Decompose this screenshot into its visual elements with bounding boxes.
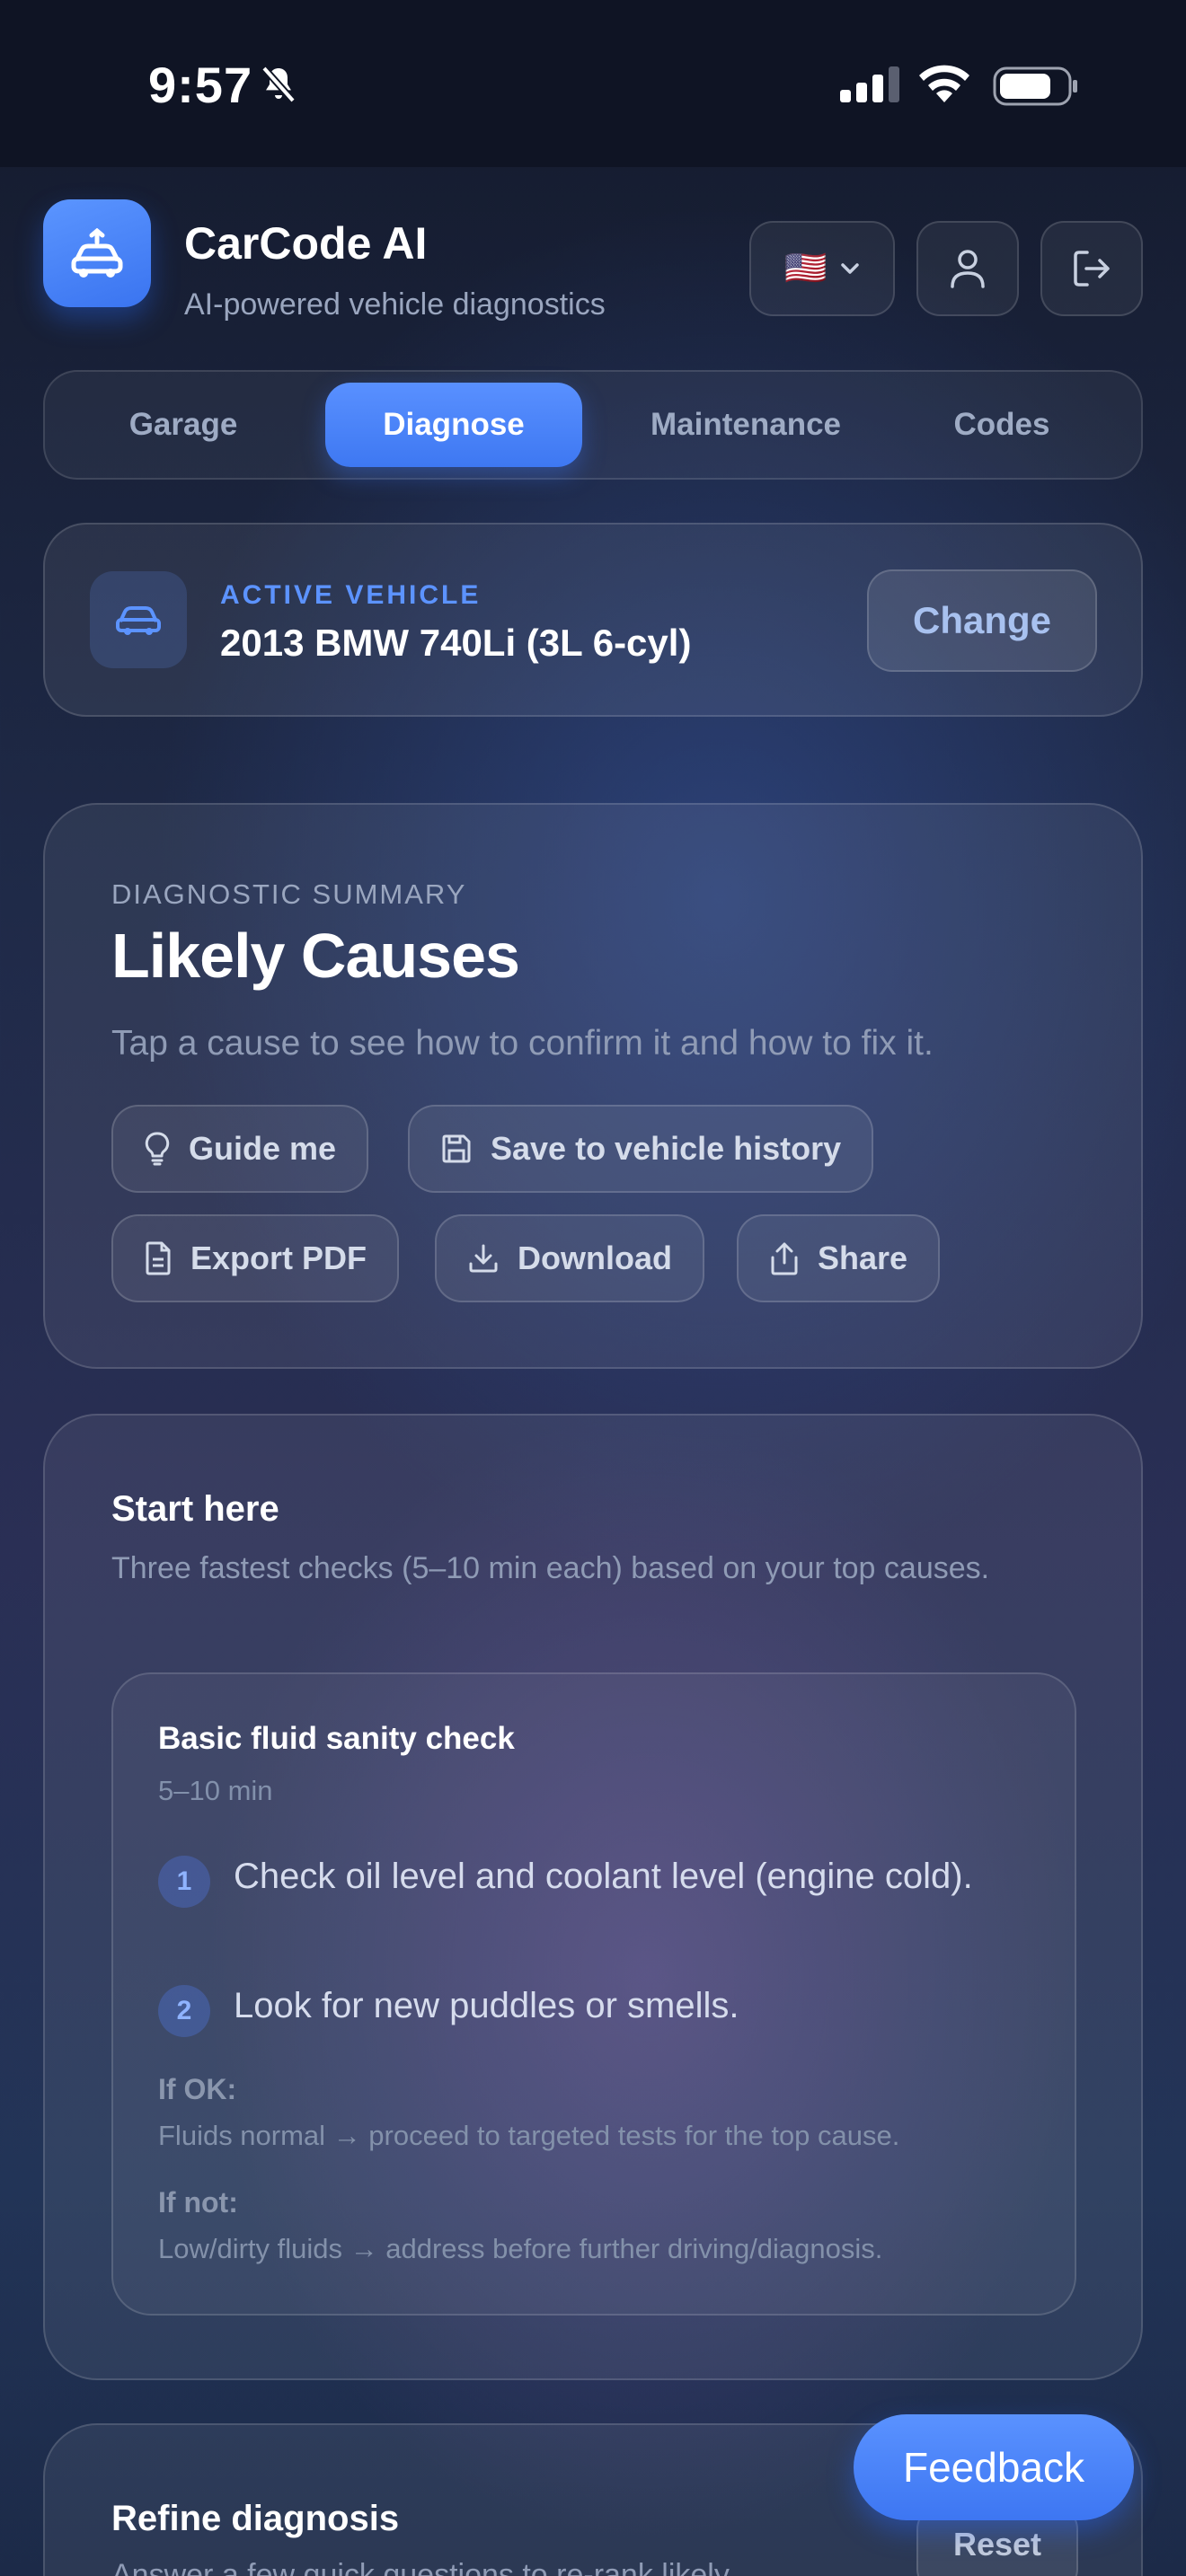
battery-icon [993, 66, 1077, 106]
if-ok-label: If OK: [158, 2073, 237, 2105]
check-step: 1 Check oil level and coolant level (eng… [158, 1850, 1048, 1958]
change-vehicle-button[interactable]: Change [867, 569, 1097, 672]
save-icon [442, 1134, 471, 1163]
share-icon [771, 1242, 798, 1275]
user-icon [951, 250, 985, 288]
summary-title: Likely Causes [111, 921, 520, 991]
tab-codes[interactable]: Codes [907, 383, 1096, 467]
download-label: Download [518, 1239, 672, 1276]
save-history-label: Save to vehicle history [491, 1130, 842, 1167]
export-pdf-button[interactable]: Export PDF [111, 1214, 400, 1302]
language-selector[interactable]: 🇺🇸 [749, 221, 895, 316]
tab-diagnose[interactable]: Diagnose [325, 383, 582, 467]
refine-title: Refine diagnosis [111, 2499, 400, 2538]
car-icon [116, 606, 161, 635]
vehicle-icon-badge [90, 571, 187, 668]
check-title: Basic fluid sanity check [158, 1721, 515, 1756]
export-pdf-label: Export PDF [190, 1239, 367, 1276]
guide-me-label: Guide me [189, 1130, 337, 1167]
app-subtitle: AI-powered vehicle diagnostics [184, 287, 606, 322]
if-ok-text: Fluids normal → proceed to targeted test… [158, 2120, 900, 2151]
status-bar: 9:57 [0, 0, 1186, 167]
guide-me-button[interactable]: Guide me [111, 1105, 369, 1193]
tab-maintenance[interactable]: Maintenance [611, 383, 881, 467]
wifi-icon [919, 65, 969, 102]
app-logo [43, 199, 151, 307]
us-flag-icon: 🇺🇸 [784, 250, 828, 287]
cellular-signal-icon [840, 66, 899, 102]
fluid-check-card[interactable]: Basic fluid sanity check 5–10 min 1 Chec… [111, 1672, 1076, 2316]
logout-icon [1074, 251, 1110, 287]
summary-eyebrow: DIAGNOSTIC SUMMARY [111, 878, 467, 910]
bell-muted-icon [261, 66, 296, 103]
if-not-text: Low/dirty fluids → address before furthe… [158, 2233, 883, 2264]
share-label: Share [818, 1239, 908, 1276]
if-not-label: If not: [158, 2186, 238, 2219]
share-button[interactable]: Share [737, 1214, 941, 1302]
main-tabs: Garage Diagnose Maintenance Codes [43, 370, 1143, 480]
chevron-down-icon [840, 263, 859, 274]
start-here-card: Start here Three fastest checks (5–10 mi… [43, 1414, 1143, 2380]
app-header: CarCode AI AI-powered vehicle diagnostic… [43, 199, 1143, 322]
check-step: 2 Look for new puddles or smells. [158, 1980, 1048, 2037]
active-vehicle-card: ACTIVE VEHICLE 2013 BMW 740Li (3L 6-cyl)… [43, 523, 1143, 717]
active-vehicle-label: ACTIVE VEHICLE [220, 580, 482, 610]
step-text: Check oil level and coolant level (engin… [234, 1857, 973, 1896]
download-button[interactable]: Download [435, 1214, 704, 1302]
summary-description: Tap a cause to see how to confirm it and… [111, 1024, 934, 1063]
active-vehicle-name: 2013 BMW 740Li (3L 6-cyl) [220, 622, 692, 664]
feedback-button[interactable]: Feedback [854, 2414, 1134, 2520]
download-icon [469, 1244, 498, 1273]
lightbulb-icon [145, 1132, 170, 1166]
refine-description: Answer a few quick questions to re-rank … [111, 2558, 730, 2576]
start-here-title: Start here [111, 1489, 279, 1529]
start-here-description: Three fastest checks (5–10 min each) bas… [111, 1551, 990, 1585]
tab-garage[interactable]: Garage [93, 383, 273, 467]
document-icon [146, 1241, 171, 1275]
check-duration: 5–10 min [158, 1775, 273, 1806]
save-history-button[interactable]: Save to vehicle history [408, 1105, 874, 1193]
step-text: Look for new puddles or smells. [234, 1986, 739, 2025]
car-wrench-icon [71, 228, 123, 278]
step-number: 2 [158, 1985, 210, 2037]
profile-button[interactable] [916, 221, 1019, 316]
diagnostic-summary-card: DIAGNOSTIC SUMMARY Likely Causes Tap a c… [43, 803, 1143, 1369]
status-time: 9:57 [148, 57, 253, 113]
logout-button[interactable] [1040, 221, 1143, 316]
step-number: 1 [158, 1856, 210, 1908]
app-title: CarCode AI [184, 218, 428, 269]
